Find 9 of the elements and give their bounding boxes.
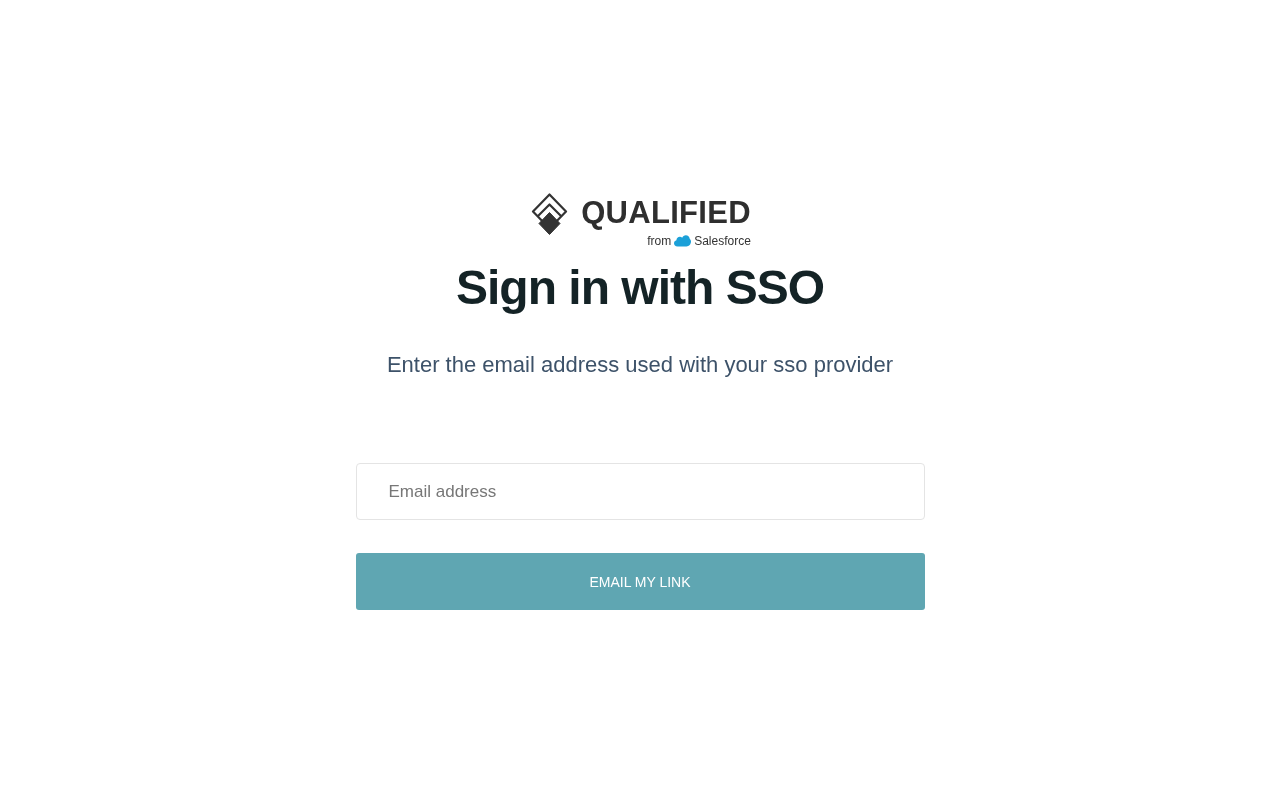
page-subheading: Enter the email address used with your sso provider bbox=[386, 351, 894, 379]
cloud-icon bbox=[674, 235, 692, 247]
tagline-brand-text: Salesforce bbox=[694, 233, 751, 249]
logo-wordmark: QUALIFIED bbox=[581, 194, 751, 232]
email-link-button[interactable]: EMAIL MY LINK bbox=[355, 553, 925, 610]
page-heading: Sign in with SSO bbox=[456, 260, 824, 316]
diamond-logo-icon bbox=[531, 193, 569, 236]
email-field[interactable]: Email address bbox=[355, 463, 925, 520]
tagline-text: from bbox=[647, 233, 672, 249]
